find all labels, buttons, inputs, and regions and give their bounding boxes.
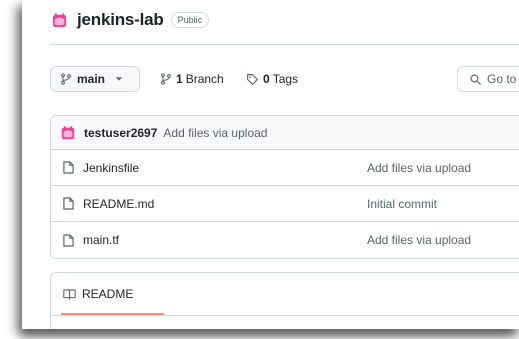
file-commit-message[interactable]: Initial commit [367,197,437,211]
readme-tab-label: README [82,287,134,301]
file-name[interactable]: Jenkinsfile [83,161,139,175]
repo-name[interactable]: jenkins-lab [77,10,164,30]
file-commit-message[interactable]: Add files via upload [367,233,471,247]
file-icon [63,233,74,247]
file-icon [63,161,74,174]
branch-name: main [77,72,106,86]
readme-tab[interactable]: README [51,273,133,315]
repo-header: jenkins-lab Public [50,9,210,31]
branch-select-button[interactable]: main [50,66,140,92]
file-name[interactable]: README.md [83,197,154,211]
search-icon [470,73,481,85]
file-row[interactable]: main.tf Add files via upload [51,222,519,258]
repo-window: jenkins-lab Public main 1 Branch 0 Tags … [22,0,519,329]
visibility-badge: Public [170,12,210,28]
file-list: testuser2697 Add files via upload Jenkin… [50,115,519,259]
repo-avatar-icon [52,12,67,27]
readme-divider [51,315,519,316]
tags-link[interactable]: 0 Tags [246,66,298,92]
commit-author[interactable]: testuser2697 [84,126,157,140]
branches-label: Branch [185,72,224,86]
latest-commit-row: testuser2697 Add files via upload [51,116,519,150]
tags-label: Tags [272,72,299,86]
branches-count: 1 [176,72,183,86]
file-row[interactable]: Jenkinsfile Add files via upload [51,150,519,186]
file-row[interactable]: README.md Initial commit [51,186,519,222]
user-avatar-icon[interactable] [59,124,77,142]
branch-icon [161,73,171,85]
go-to-file-input[interactable]: Go to file [457,66,519,92]
branches-link[interactable]: 1 Branch [160,66,224,92]
repo-toolbar: main 1 Branch 0 Tags Go to [50,66,519,92]
tag-icon [247,73,258,85]
book-icon [63,289,76,300]
file-name[interactable]: main.tf [83,233,119,247]
commit-message[interactable]: Add files via upload [163,126,267,140]
tags-count: 0 [263,72,270,86]
chevron-down-icon [115,77,123,81]
go-to-file-placeholder: Go to file [487,72,519,86]
readme-panel: README [50,272,519,329]
branch-icon [61,73,71,85]
header-divider [50,44,519,45]
file-commit-message[interactable]: Add files via upload [367,161,471,175]
file-icon [63,197,74,210]
